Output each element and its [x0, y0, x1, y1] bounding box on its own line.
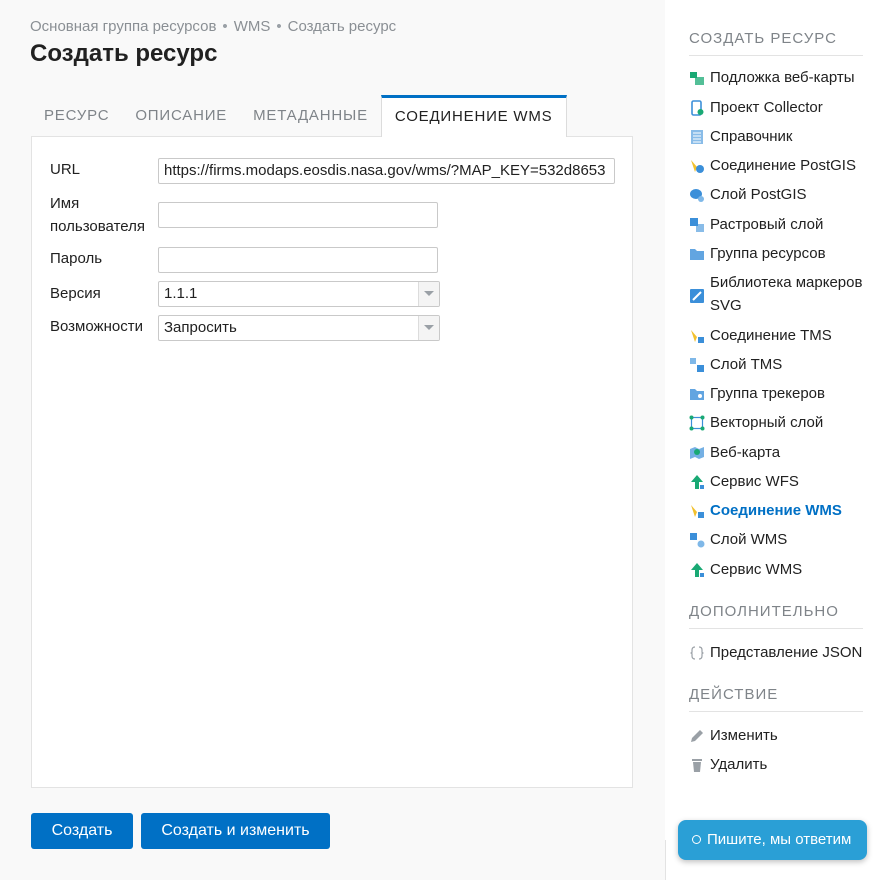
- sidebar-section-create: СОЗДАТЬ РЕСУРС: [689, 30, 863, 56]
- sidebar-item-label: Веб-карта: [710, 444, 781, 461]
- breadcrumb-separator: •: [222, 18, 228, 35]
- sidebar-item-label: Представление JSON: [710, 644, 863, 661]
- tab-bar: РЕСУРС ОПИСАНИЕ МЕТАДАННЫЕ СОЕДИНЕНИЕ WM…: [31, 95, 567, 137]
- wms-layer-icon: [690, 533, 705, 548]
- raster-layer-icon: [690, 218, 704, 232]
- url-input[interactable]: https://firms.modaps.eosdis.nasa.gov/wms…: [158, 158, 615, 184]
- version-value: 1.1.1: [164, 285, 198, 302]
- tab-wms-connection[interactable]: СОЕДИНЕНИЕ WMS: [380, 95, 567, 137]
- create-and-edit-button[interactable]: Создать и изменить: [141, 813, 330, 849]
- capabilities-dropdown-arrow[interactable]: [418, 316, 439, 340]
- breadcrumb-item-current: Создать ресурс: [287, 18, 397, 35]
- sidebar-item-label: Растровый слой: [710, 216, 824, 233]
- sidebar-item-label: Слой PostGIS: [710, 186, 807, 203]
- capabilities-select[interactable]: Запросить: [158, 315, 440, 341]
- sidebar-section-extra: ДОПОЛНИТЕЛЬНО: [689, 603, 863, 629]
- sidebar-item-label: Соединение TMS: [710, 327, 832, 344]
- wms-connection-icon: [691, 505, 704, 518]
- username-input[interactable]: [158, 202, 438, 228]
- chat-label: Пишите, мы ответим: [707, 831, 852, 848]
- tracker-group-icon: [690, 389, 704, 400]
- sidebar-item-label: Группа трекеров: [710, 385, 825, 402]
- sidebar-item-label: Подложка веб-карты: [710, 69, 855, 86]
- sidebar: СОЗДАТЬ РЕСУРС Подложка веб-карты Проект…: [665, 0, 887, 880]
- tab-metadata[interactable]: МЕТАДАННЫЕ: [240, 95, 381, 137]
- version-select[interactable]: 1.1.1: [158, 281, 440, 307]
- tab-resource[interactable]: РЕСУРС: [31, 95, 122, 137]
- sidebar-item-label: Соединение PostGIS: [710, 157, 856, 174]
- svg-library-icon: [690, 289, 704, 303]
- breadcrumb-item-wms[interactable]: WMS: [234, 18, 271, 35]
- lookup-table-icon: [691, 130, 703, 144]
- sidebar-item-label: Группа ресурсов: [710, 245, 826, 262]
- vector-layer-icon: [689, 415, 705, 431]
- folder-icon: [690, 249, 704, 260]
- version-dropdown-arrow[interactable]: [418, 282, 439, 306]
- tab-description[interactable]: ОПИСАНИЕ: [122, 95, 240, 137]
- webmap-icon: [690, 447, 704, 459]
- page-title: Создать ресурс: [30, 40, 218, 67]
- basemap-icon: [690, 72, 704, 85]
- chevron-down-icon: [424, 325, 434, 330]
- sidebar-section-action: ДЕЙСТВИЕ: [689, 686, 863, 712]
- sidebar-item-label: Изменить: [710, 727, 778, 744]
- capabilities-label: Возможности: [50, 318, 143, 335]
- sidebar-item-label: Библиотека маркеров SVG: [710, 274, 863, 314]
- sidebar-item-label: Соединение WMS: [710, 502, 842, 519]
- json-braces-icon: [690, 646, 704, 660]
- password-label: Пароль: [50, 250, 103, 267]
- sidebar-item-label: Векторный слой: [710, 414, 824, 431]
- sidebar-item-label: Слой TMS: [710, 356, 783, 373]
- column-divider: [665, 840, 666, 880]
- trash-icon: [692, 759, 702, 772]
- tms-layer-icon: [690, 358, 704, 372]
- url-label: URL: [50, 161, 81, 178]
- create-button[interactable]: Создать: [31, 813, 133, 849]
- tms-connection-icon: [691, 330, 704, 343]
- sidebar-item-label: Удалить: [710, 756, 768, 773]
- version-label: Версия: [50, 285, 101, 302]
- pencil-icon: [691, 730, 703, 742]
- form-panel: URL https://firms.modaps.eosdis.nasa.gov…: [31, 136, 633, 788]
- chat-widget-button[interactable]: Пишите, мы ответим: [678, 820, 867, 860]
- postgis-layer-icon: [690, 189, 704, 202]
- sidebar-item-label: Слой WMS: [710, 531, 788, 548]
- sidebar-item-label: Справочник: [710, 128, 793, 145]
- sidebar-item-label: Проект Collector: [710, 99, 823, 116]
- sidebar-item-label: Сервис WMS: [710, 561, 803, 578]
- postgis-connection-icon: [691, 160, 704, 173]
- capabilities-value: Запросить: [164, 319, 237, 336]
- chat-bubble-icon: [692, 835, 701, 844]
- wfs-service-icon: [691, 475, 704, 489]
- sidebar-item-label: Сервис WFS: [710, 473, 799, 490]
- wms-service-icon: [691, 563, 704, 577]
- username-label: Имя пользователя: [50, 195, 145, 235]
- collector-icon: [691, 100, 704, 116]
- breadcrumb: Основная группа ресурсов • WMS • Создать рес…: [30, 18, 396, 35]
- chevron-down-icon: [424, 291, 434, 296]
- breadcrumb-item-root[interactable]: Основная группа ресурсов: [30, 18, 216, 35]
- password-input[interactable]: [158, 247, 438, 273]
- main-content: Основная группа ресурсов • WMS • Создать рес…: [0, 0, 665, 880]
- breadcrumb-separator: •: [276, 18, 282, 35]
